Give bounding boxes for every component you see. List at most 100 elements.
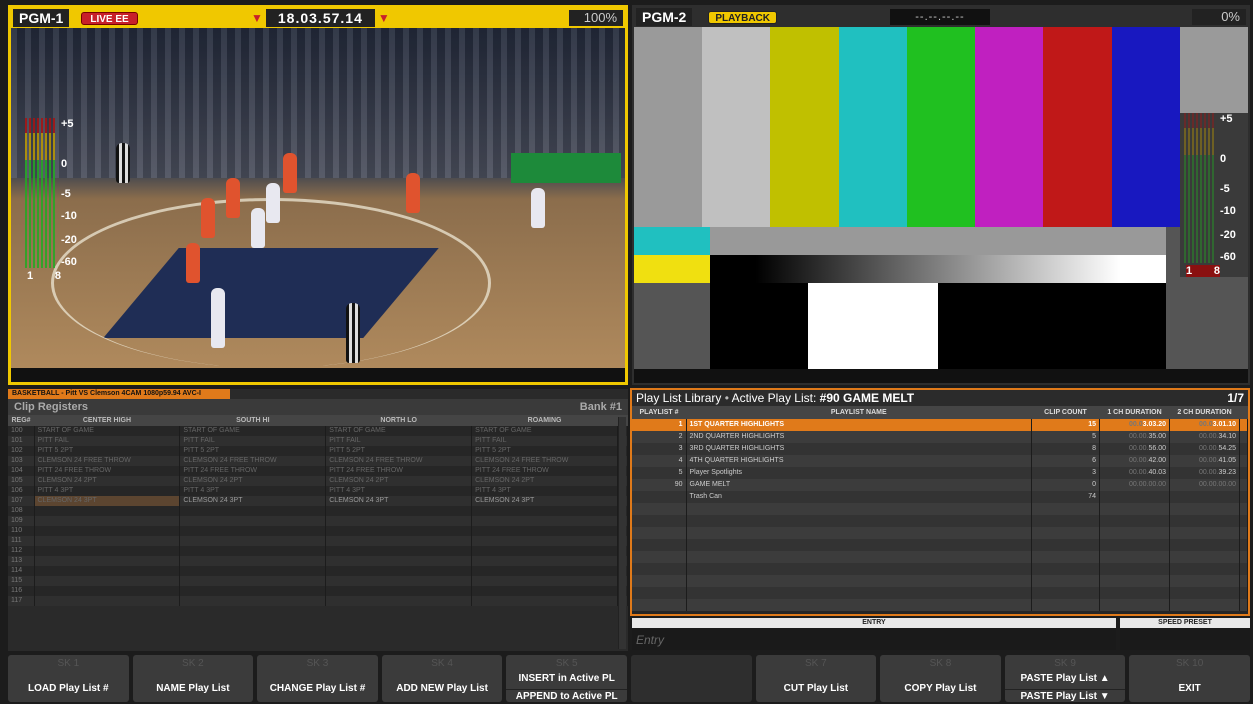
register-cell[interactable] (471, 596, 618, 606)
register-cell[interactable] (471, 566, 618, 576)
register-cell[interactable] (179, 556, 327, 566)
register-cell[interactable]: PITT 24 FREE THROW (34, 466, 181, 476)
register-number[interactable]: 100 (8, 426, 35, 436)
register-number[interactable]: 116 (8, 586, 35, 596)
register-cell[interactable] (325, 566, 473, 576)
register-number[interactable]: 103 (8, 456, 35, 466)
register-cell[interactable]: PITT 5 2PT (325, 446, 473, 456)
register-cell[interactable] (179, 516, 327, 526)
register-cell[interactable] (325, 546, 473, 556)
register-cell[interactable]: PITT 4 3PT (325, 486, 473, 496)
table-row[interactable]: 112 (8, 546, 628, 556)
register-number[interactable]: 101 (8, 436, 35, 446)
register-cell[interactable]: CLEMSON 24 FREE THROW (34, 456, 181, 466)
column-header[interactable]: 2 CH DURATION (1169, 406, 1240, 419)
register-cell[interactable] (34, 506, 181, 516)
register-cell[interactable]: CLEMSON 24 2PT (325, 476, 473, 486)
register-cell[interactable] (179, 576, 327, 586)
table-row[interactable]: 106 PITT 4 3PT PITT 4 3PT PITT 4 3PT PITT 4 … (8, 486, 628, 496)
table-row[interactable]: 90 GAME MELT 0 00.00.00.00 00.00.00.00 (632, 479, 1248, 491)
register-cell[interactable] (179, 506, 327, 516)
register-number[interactable]: 109 (8, 516, 35, 526)
entry-input[interactable]: Entry (632, 628, 1116, 650)
register-number[interactable]: 113 (8, 556, 35, 566)
register-number[interactable]: 110 (8, 526, 35, 536)
register-cell[interactable] (34, 536, 181, 546)
register-cell[interactable]: PITT FAIL (471, 436, 618, 446)
table-row[interactable]: 105 CLEMSON 24 2PT CLEMSON 24 2PT CLEMSON 2… (8, 476, 628, 486)
table-row[interactable]: 113 (8, 556, 628, 566)
register-cell[interactable] (179, 566, 327, 576)
register-number[interactable]: 115 (8, 576, 35, 586)
column-header[interactable]: CENTER HIGH (34, 415, 180, 426)
register-number[interactable]: 104 (8, 466, 35, 476)
register-number[interactable]: 111 (8, 536, 35, 546)
register-cell[interactable]: PITT 5 2PT (179, 446, 327, 456)
table-row[interactable]: 116 (8, 586, 628, 596)
register-cell[interactable]: START OF GAME (179, 426, 327, 436)
register-cell[interactable] (471, 586, 618, 596)
softkey-5[interactable]: SK 5 INSERT in Active PL APPEND to Active … (506, 655, 627, 702)
register-cell[interactable] (325, 516, 473, 526)
register-cell[interactable] (471, 556, 618, 566)
table-row[interactable]: 115 (8, 576, 628, 586)
register-cell[interactable] (34, 566, 181, 576)
table-row[interactable]: 103 CLEMSON 24 FREE THROW CLEMSON 24 FREE … (8, 456, 628, 466)
table-row[interactable]: 109 (8, 516, 628, 526)
register-cell[interactable] (325, 506, 473, 516)
table-row[interactable]: 2 2ND QUARTER HIGHLIGHTS 5 00.00.35.00 00.00… (632, 431, 1248, 443)
register-cell[interactable] (471, 506, 618, 516)
register-cell[interactable]: CLEMSON 24 3PT (179, 496, 327, 506)
register-cell[interactable]: CLEMSON 24 FREE THROW (325, 456, 473, 466)
register-cell[interactable] (325, 576, 473, 586)
register-cell[interactable]: CLEMSON 24 FREE THROW (179, 456, 327, 466)
table-row[interactable]: 100 START OF GAME START OF GAME START OF GA… (8, 426, 628, 436)
register-cell[interactable]: CLEMSON 24 2PT (34, 476, 181, 486)
register-cell[interactable] (34, 546, 181, 556)
register-cell[interactable]: PITT 5 2PT (471, 446, 618, 456)
register-cell[interactable]: START OF GAME (325, 426, 473, 436)
softkey-1[interactable]: SK 1 LOAD Play List # (8, 655, 129, 702)
register-cell[interactable] (34, 586, 181, 596)
column-header[interactable]: NORTH LO (325, 415, 472, 426)
register-number[interactable]: 106 (8, 486, 35, 496)
table-row[interactable]: 101 PITT FAIL PITT FAIL PITT FAIL PITT FAIL (8, 436, 628, 446)
register-cell[interactable] (471, 526, 618, 536)
register-cell[interactable] (471, 546, 618, 556)
register-cell[interactable] (471, 576, 618, 586)
register-cell[interactable] (34, 516, 181, 526)
register-cell[interactable] (325, 586, 473, 596)
table-row[interactable]: 107 CLEMSON 24 3PT CLEMSON 24 3PT CLEMSON 2… (8, 496, 628, 506)
register-cell[interactable]: CLEMSON 24 3PT (325, 496, 473, 506)
column-header[interactable]: SOUTH HI (179, 415, 326, 426)
register-number[interactable]: 107 (8, 496, 35, 506)
register-cell[interactable]: START OF GAME (471, 426, 618, 436)
register-number[interactable]: 117 (8, 596, 35, 606)
table-row[interactable]: 5 Player Spotlights 3 00.00.40.03 00.00.39.2… (632, 467, 1248, 479)
register-cell[interactable]: CLEMSON 24 2PT (179, 476, 327, 486)
register-cell[interactable] (325, 556, 473, 566)
register-cell[interactable] (471, 516, 618, 526)
source-tab[interactable]: BASKETBALL - Pitt VS Clemson 4CAM 1080p5… (8, 389, 230, 399)
table-row[interactable]: 108 (8, 506, 628, 516)
register-cell[interactable]: PITT 24 FREE THROW (471, 466, 618, 476)
table-row[interactable]: 102 PITT 5 2PT PITT 5 2PT PITT 5 2PT PITT 5 … (8, 446, 628, 456)
register-cell[interactable]: CLEMSON 24 FREE THROW (471, 456, 618, 466)
softkey-6[interactable] (630, 655, 752, 702)
register-cell[interactable] (179, 546, 327, 556)
register-cell[interactable]: PITT FAIL (34, 436, 181, 446)
register-cell[interactable]: CLEMSON 24 3PT (34, 496, 181, 506)
softkey-9[interactable]: SK 9 PASTE Play List ▲ PASTE Play List ▼ (1004, 655, 1126, 702)
table-row[interactable]: 110 (8, 526, 628, 536)
register-number[interactable]: 114 (8, 566, 35, 576)
softkey-3[interactable]: SK 3 CHANGE Play List # (257, 655, 378, 702)
clip-registers-scrollbar[interactable] (618, 417, 626, 649)
column-header[interactable]: 1 CH DURATION (1099, 406, 1170, 419)
softkey-7[interactable]: SK 7 CUT Play List (755, 655, 877, 702)
register-cell[interactable] (325, 526, 473, 536)
column-header[interactable]: ROAMING (471, 415, 618, 426)
register-cell[interactable]: PITT 24 FREE THROW (179, 466, 327, 476)
register-cell[interactable]: PITT 4 3PT (34, 486, 181, 496)
register-cell[interactable]: PITT FAIL (179, 436, 327, 446)
column-header[interactable]: PLAYLIST NAME (686, 406, 1032, 419)
